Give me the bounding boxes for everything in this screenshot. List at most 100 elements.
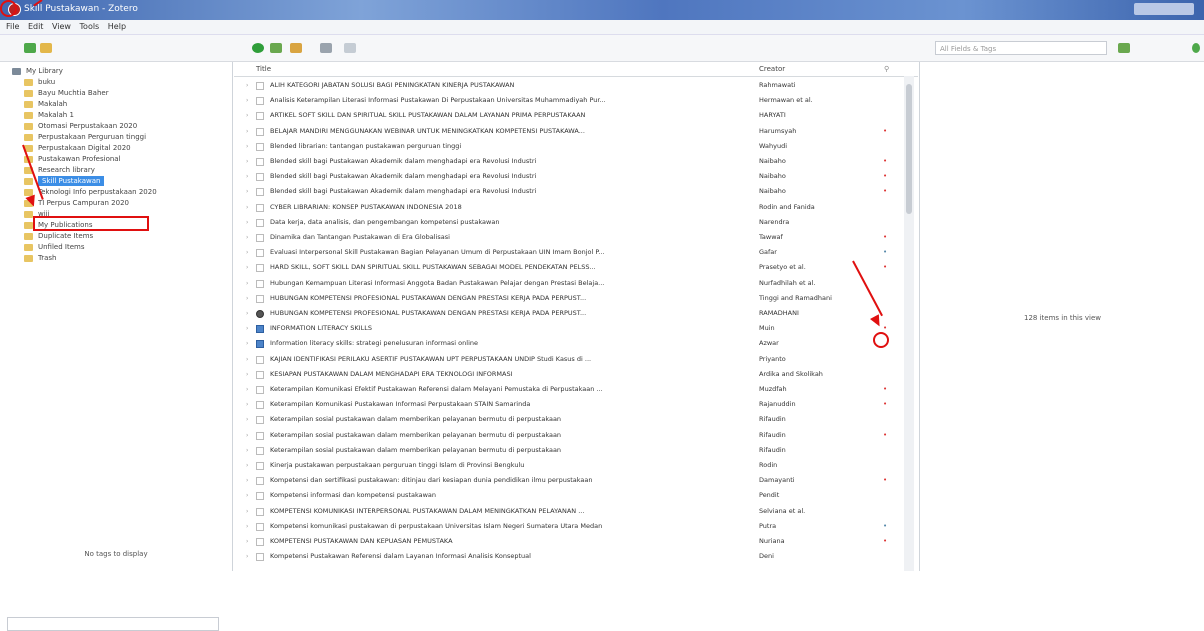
item-row[interactable]: › Kompetensi informasi dan kompetensi pus… [234,490,904,501]
item-row[interactable]: › Analisis Keterampilan Literasi Informas… [234,95,904,106]
item-row[interactable]: › Blended skill bagi Pustakawan Akademik … [234,156,904,167]
item-row[interactable]: › Kompetensi Pustakawan Referensi dalam L… [234,551,904,562]
expand-icon[interactable]: › [246,445,248,456]
item-row[interactable]: › Evaluasi Interpersonal Skill Pustakawan… [234,247,904,258]
item-row[interactable]: › Blended skill bagi Pustakawan Akademik … [234,186,904,197]
expand-icon[interactable]: › [246,323,248,334]
expand-icon[interactable]: › [246,262,248,273]
item-row[interactable]: › Information literacy skills: strategi p… [234,338,904,349]
scroll-thumb[interactable] [906,84,912,214]
item-row[interactable]: › CYBER LIBRARIAN: KONSEP PUSTAKAWAN INDO… [234,202,904,213]
attachment-indicator-icon[interactable]: • [883,399,887,410]
advanced-search-icon[interactable] [344,43,356,53]
item-row[interactable]: › ARTIKEL SOFT SKILL DAN SPIRITUAL SKILL … [234,110,904,121]
attachment-indicator-icon[interactable]: • [883,171,887,182]
expand-icon[interactable]: › [246,247,248,258]
locate-icon[interactable] [1118,43,1130,53]
collection-item[interactable]: Perpustakaan Perguruan tinggi [0,132,232,142]
attachment-icon[interactable] [320,43,332,53]
item-row[interactable]: › BELAJAR MANDIRI MENGGUNAKAN WEBINAR UNT… [234,126,904,137]
expand-icon[interactable]: › [246,217,248,228]
collection-item[interactable]: Makalah 1 [0,110,232,120]
item-row[interactable]: › ALIH KATEGORI JABATAN SOLUSI BAGI PENIN… [234,80,904,91]
attachment-indicator-icon[interactable]: • [883,536,887,547]
library-menu-icon[interactable] [40,43,52,53]
attachment-indicator-icon[interactable]: • [883,430,887,441]
expand-icon[interactable]: › [246,338,248,349]
new-collection-icon[interactable] [24,43,36,53]
collection-item[interactable]: Bayu Muchtia Baher [0,88,232,98]
expand-icon[interactable]: › [246,186,248,197]
collection-item[interactable]: buku [0,77,232,87]
expand-icon[interactable]: › [246,475,248,486]
expand-icon[interactable]: › [246,536,248,547]
expand-icon[interactable]: › [246,80,248,91]
expand-icon[interactable]: › [246,278,248,289]
attachment-indicator-icon[interactable]: • [883,384,887,395]
collection-item[interactable]: Makalah [0,99,232,109]
expand-icon[interactable]: › [246,399,248,410]
tag-filter-input[interactable] [7,617,219,631]
item-row[interactable]: › Kinerja pustakawan perpustakaan perguru… [234,460,904,471]
item-row[interactable]: › Blended skill bagi Pustakawan Akademik … [234,171,904,182]
new-note-icon[interactable] [290,43,302,53]
search-input[interactable]: All Fields & Tags [935,41,1107,55]
collection-item[interactable]: Duplicate Items [0,231,232,241]
item-row[interactable]: › Blended librarian: tantangan pustakawan… [234,141,904,152]
expand-icon[interactable]: › [246,126,248,137]
item-row[interactable]: › Keterampilan sosial pustakawan dalam me… [234,414,904,425]
menu-file[interactable]: File [6,20,19,34]
collection-item[interactable]: Perpustakaan Digital 2020 [0,143,232,153]
sync-icon[interactable] [1192,43,1200,53]
attachment-indicator-icon[interactable]: • [883,126,887,137]
expand-icon[interactable]: › [246,202,248,213]
item-row[interactable]: › Dinamika dan Tantangan Pustakawan di Er… [234,232,904,243]
expand-icon[interactable]: › [246,171,248,182]
expand-icon[interactable]: › [246,460,248,471]
attachment-indicator-icon[interactable]: • [883,247,887,258]
expand-icon[interactable]: › [246,141,248,152]
add-by-identifier-icon[interactable] [270,43,282,53]
expand-icon[interactable]: › [246,521,248,532]
item-row[interactable]: › HARD SKILL, SOFT SKILL DAN SPIRITUAL SK… [234,262,904,273]
expand-icon[interactable]: › [246,354,248,365]
item-row[interactable]: › HUBUNGAN KOMPETENSI PROFESIONAL PUSTAKA… [234,308,904,319]
expand-icon[interactable]: › [246,506,248,517]
item-row[interactable]: › KOMPETENSI KOMUNIKASI INTERPERSONAL PUS… [234,506,904,517]
item-row[interactable]: › Kompetensi komunikasi pustakawan di per… [234,521,904,532]
expand-icon[interactable]: › [246,110,248,121]
expand-icon[interactable]: › [246,430,248,441]
item-row[interactable]: › KAJIAN IDENTIFIKASI PERILAKU ASERTIF PU… [234,354,904,365]
item-row[interactable]: › HUBUNGAN KOMPETENSI PROFESIONAL PUSTAKA… [234,293,904,304]
expand-icon[interactable]: › [246,414,248,425]
attachment-indicator-icon[interactable]: • [883,521,887,532]
attachment-indicator-icon[interactable]: • [883,232,887,243]
window-controls[interactable] [1134,3,1194,15]
column-creator[interactable]: Creator [759,65,785,73]
attachment-indicator-icon[interactable]: • [883,186,887,197]
item-row[interactable]: › INFORMATION LITERACY SKILLS Muin • [234,323,904,334]
column-title[interactable]: Title [256,65,271,73]
item-row[interactable]: › Keterampilan Komunikasi Pustakawan Info… [234,399,904,410]
item-row[interactable]: › Data kerja, data analisis, dan pengemba… [234,217,904,228]
item-row[interactable]: › Keterampilan Komunikasi Efektif Pustaka… [234,384,904,395]
new-item-icon[interactable] [252,43,264,53]
expand-icon[interactable]: › [246,551,248,562]
attachment-column-icon[interactable]: ⚲ [884,65,889,73]
item-row[interactable]: › Keterampilan sosial pustakawan dalam me… [234,445,904,456]
collection-item[interactable]: Otomasi Perpustakaan 2020 [0,121,232,131]
menu-tools[interactable]: Tools [80,20,100,34]
attachment-indicator-icon[interactable]: • [883,475,887,486]
collection-item[interactable]: Trash [0,253,232,263]
collection-item[interactable]: My Library [0,66,232,76]
menu-edit[interactable]: Edit [28,20,44,34]
item-row[interactable]: › Hubungan Kemampuan Literasi Informasi A… [234,278,904,289]
menu-help[interactable]: Help [108,20,126,34]
item-row[interactable]: › KOMPETENSI PUSTAKAWAN DAN KEPUASAN PEMU… [234,536,904,547]
expand-icon[interactable]: › [246,384,248,395]
expand-icon[interactable]: › [246,308,248,319]
item-row[interactable]: › KESIAPAN PUSTAKAWAN DALAM MENGHADAPI ER… [234,369,904,380]
expand-icon[interactable]: › [246,293,248,304]
expand-icon[interactable]: › [246,369,248,380]
collection-item[interactable]: Pustakawan Profesional [0,154,232,164]
